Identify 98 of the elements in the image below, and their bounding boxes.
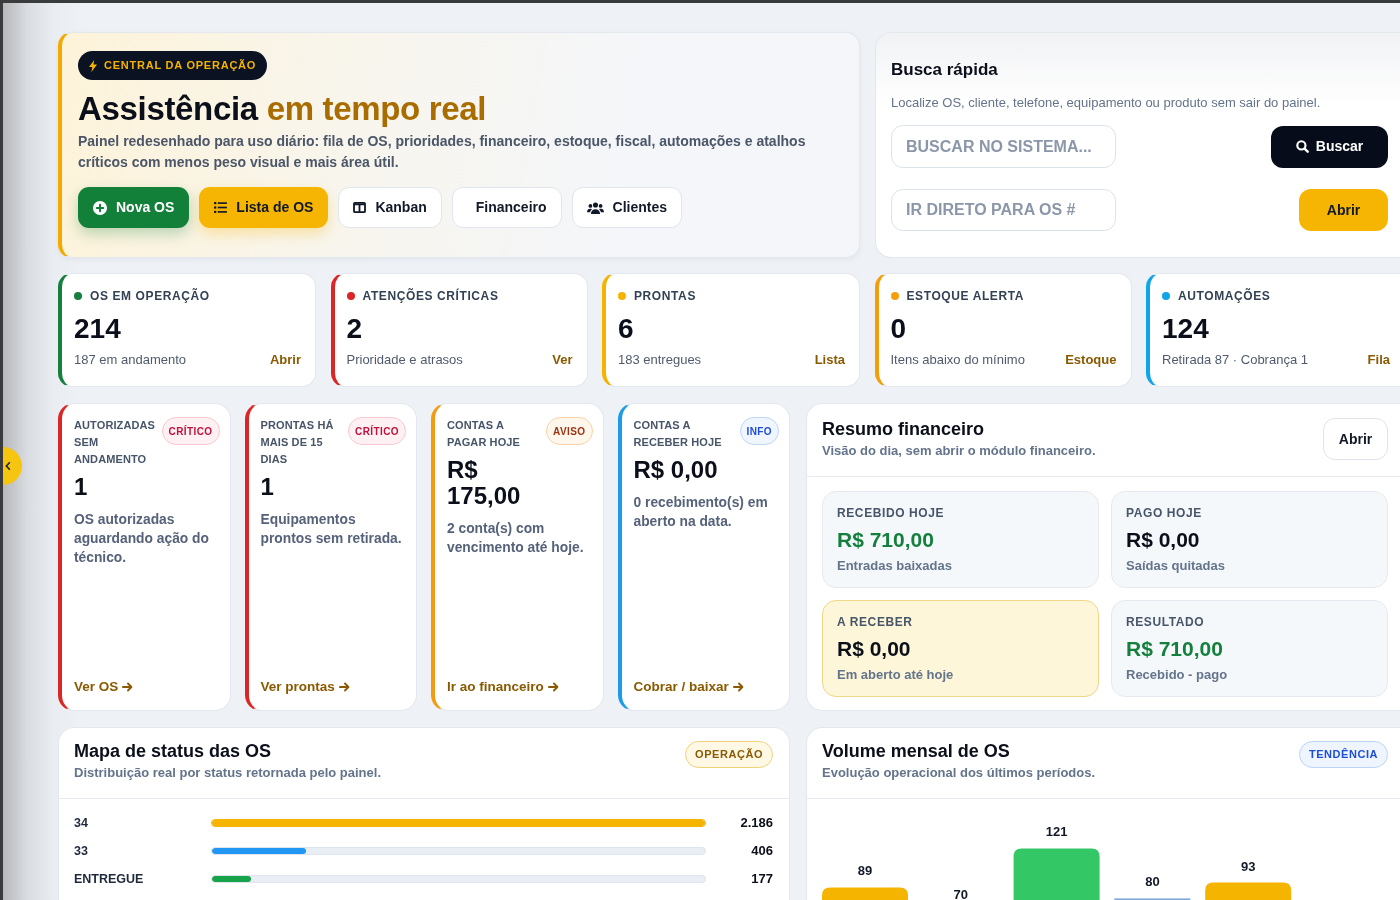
clients-button[interactable]: Clientes — [571, 187, 682, 228]
status-label: 34 — [74, 814, 89, 832]
alert-description: 2 conta(s) com vencimento até hoje. — [447, 520, 585, 557]
search-button[interactable]: Buscar — [1271, 125, 1388, 168]
kpi-link[interactable]: Estoque — [1065, 351, 1117, 369]
severity-badge: CRÍTICO — [161, 417, 220, 445]
open-button[interactable]: Abrir — [1299, 189, 1388, 231]
tile-label: RECEBIDO HOJE — [837, 505, 946, 521]
kpi-value: 0 — [890, 312, 908, 346]
alert-title: AUTORIZADAS SEM ANDAMENTO — [74, 418, 157, 467]
arrow-right-icon — [338, 682, 350, 692]
panel-subtitle: Evolução operacional dos últimos períodos. — [822, 764, 1096, 782]
alert-value: R$ 0,00 — [633, 457, 719, 483]
status-count: 406 — [750, 842, 773, 861]
tile-label: RESULTADO — [1126, 614, 1206, 630]
arrow-right-icon — [732, 682, 744, 692]
kpi-caption: Itens abaixo do mínimo — [890, 351, 1025, 369]
panel-subtitle: Visão do dia, sem abrir o módulo financeiro. — [822, 442, 1096, 460]
alert-link[interactable]: Cobrar / baixar — [633, 678, 744, 696]
hero-description: Painel redesenhado para uso diário: fila de OS, prioridades, financeiro, estoque, fiscal, automações e atalhos críticos com menos peso visual e mais área útil. — [78, 132, 807, 172]
order-number-field[interactable]: IR DIRETO PARA OS # — [891, 189, 1116, 231]
alert-value: 1 — [74, 474, 89, 500]
tile-value: R$ 710,00 — [837, 527, 935, 553]
panel-title: Volume mensal de OS — [822, 740, 1011, 762]
kpi-value: 6 — [618, 312, 635, 346]
tile-value: R$ 0,00 — [1126, 527, 1201, 553]
bar-value-label: 93 — [1240, 858, 1256, 874]
lightning-bolt-icon — [89, 59, 97, 72]
kanban-button[interactable]: Kanban — [338, 187, 442, 228]
tile-caption: Em aberto até hoje — [837, 666, 955, 684]
panel-description: Localize OS, cliente, telefone, equipamento ou produto sem sair do painel. — [891, 94, 1322, 112]
alert-value: 1 — [260, 474, 275, 500]
category-badge: TENDÊNCIA — [1298, 741, 1388, 768]
status-count: 2.186 — [739, 814, 773, 833]
tile-caption: Entradas baixadas — [837, 557, 953, 575]
kpi-value: 124 — [1162, 312, 1210, 346]
arrow-right-icon — [122, 682, 134, 692]
search-icon — [1295, 140, 1309, 153]
tile-value: R$ 0,00 — [837, 636, 912, 662]
kpi-caption: Prioridade e atrasos — [346, 351, 463, 369]
kpi-label: OS EM OPERAÇÃO — [90, 287, 210, 305]
bar-value-label: 70 — [953, 886, 969, 900]
plus-circle-icon — [93, 200, 107, 215]
kpi-label: AUTOMAÇÕES — [1178, 287, 1271, 305]
new-order-button[interactable]: Nova OS — [78, 187, 190, 228]
status-label: 33 — [74, 842, 89, 860]
page-title: Assistência em tempo real — [78, 90, 488, 128]
tile-caption: Recebido - pago — [1126, 666, 1229, 684]
bar-value-label: 121 — [1045, 824, 1068, 840]
tile-label: PAGO HOJE — [1126, 505, 1203, 521]
kpi-label: ATENÇÕES CRÍTICAS — [362, 287, 499, 305]
tile-label: A RECEBER — [837, 614, 914, 630]
sidebar-toggle-button[interactable] — [3, 447, 22, 485]
list-icon — [214, 202, 228, 213]
kpi-label: PRONTAS — [634, 288, 696, 305]
kpi-value: 214 — [74, 312, 122, 346]
tile-value: R$ 710,00 — [1126, 636, 1224, 662]
order-list-button[interactable]: Lista de OS — [199, 187, 329, 228]
panel-title: Resumo financeiro — [822, 418, 986, 440]
alert-description: OS autorizadas aguardando ação do técnico. — [74, 511, 210, 567]
kpi-link[interactable]: Ver — [552, 351, 573, 369]
finance-button[interactable]: Financeiro — [451, 187, 562, 228]
kpi-label: ESTOQUE ALERTA — [906, 288, 1025, 305]
alert-title: CONTAS A PAGAR HOJE — [447, 418, 522, 450]
search-field[interactable]: BUSCAR NO SISTEMA... — [891, 125, 1116, 168]
overline-label: CENTRAL DA OPERAÇÃO — [104, 58, 257, 74]
alert-link[interactable]: Ver prontas — [260, 678, 350, 696]
panel-subtitle: Distribuição real por status retornada pelo painel. — [74, 764, 382, 782]
category-badge: OPERAÇÃO — [685, 741, 773, 768]
panel-title: Mapa de status das OS — [74, 740, 273, 762]
users-icon — [586, 201, 604, 214]
kpi-link[interactable]: Abrir — [269, 351, 301, 369]
kpi-caption: 183 entregues — [618, 351, 702, 369]
alert-link[interactable]: Ver OS — [74, 678, 134, 696]
alert-value: R$ 175,00 — [447, 457, 522, 509]
severity-badge: INFO — [739, 417, 779, 445]
panel-title: Busca rápida — [891, 59, 999, 81]
bar-value-label: 89 — [857, 863, 873, 879]
kpi-caption: Retirada 87 · Cobrança 1 — [1162, 351, 1308, 369]
status-label: ENTREGUE — [74, 870, 145, 888]
tile-caption: Saídas quitadas — [1126, 557, 1226, 575]
severity-badge: CRÍTICO — [348, 417, 406, 445]
alert-description: Equipamentos prontos sem retirada. — [260, 511, 403, 548]
arrow-right-icon — [547, 682, 559, 692]
columns-icon — [353, 202, 367, 213]
alert-title: CONTAS A RECEBER HOJE — [633, 418, 723, 450]
kpi-link[interactable]: Lista — [814, 351, 845, 369]
alert-description: 0 recebimento(s) em aberto na data. — [633, 494, 769, 531]
open-button[interactable]: Abrir — [1323, 418, 1388, 460]
status-count: 177 — [750, 870, 773, 889]
kpi-value: 2 — [346, 312, 364, 346]
alert-link[interactable]: Ir ao financeiro — [447, 678, 559, 696]
chevron-left-icon — [5, 461, 11, 471]
severity-badge: AVISO — [546, 417, 593, 445]
kpi-link[interactable]: Fila — [1367, 351, 1390, 369]
alert-title: PRONTAS HÁ MAIS DE 15 DIAS — [260, 418, 335, 467]
bar-value-label: 80 — [1145, 874, 1160, 890]
kpi-caption: 187 em andamento — [74, 351, 187, 369]
